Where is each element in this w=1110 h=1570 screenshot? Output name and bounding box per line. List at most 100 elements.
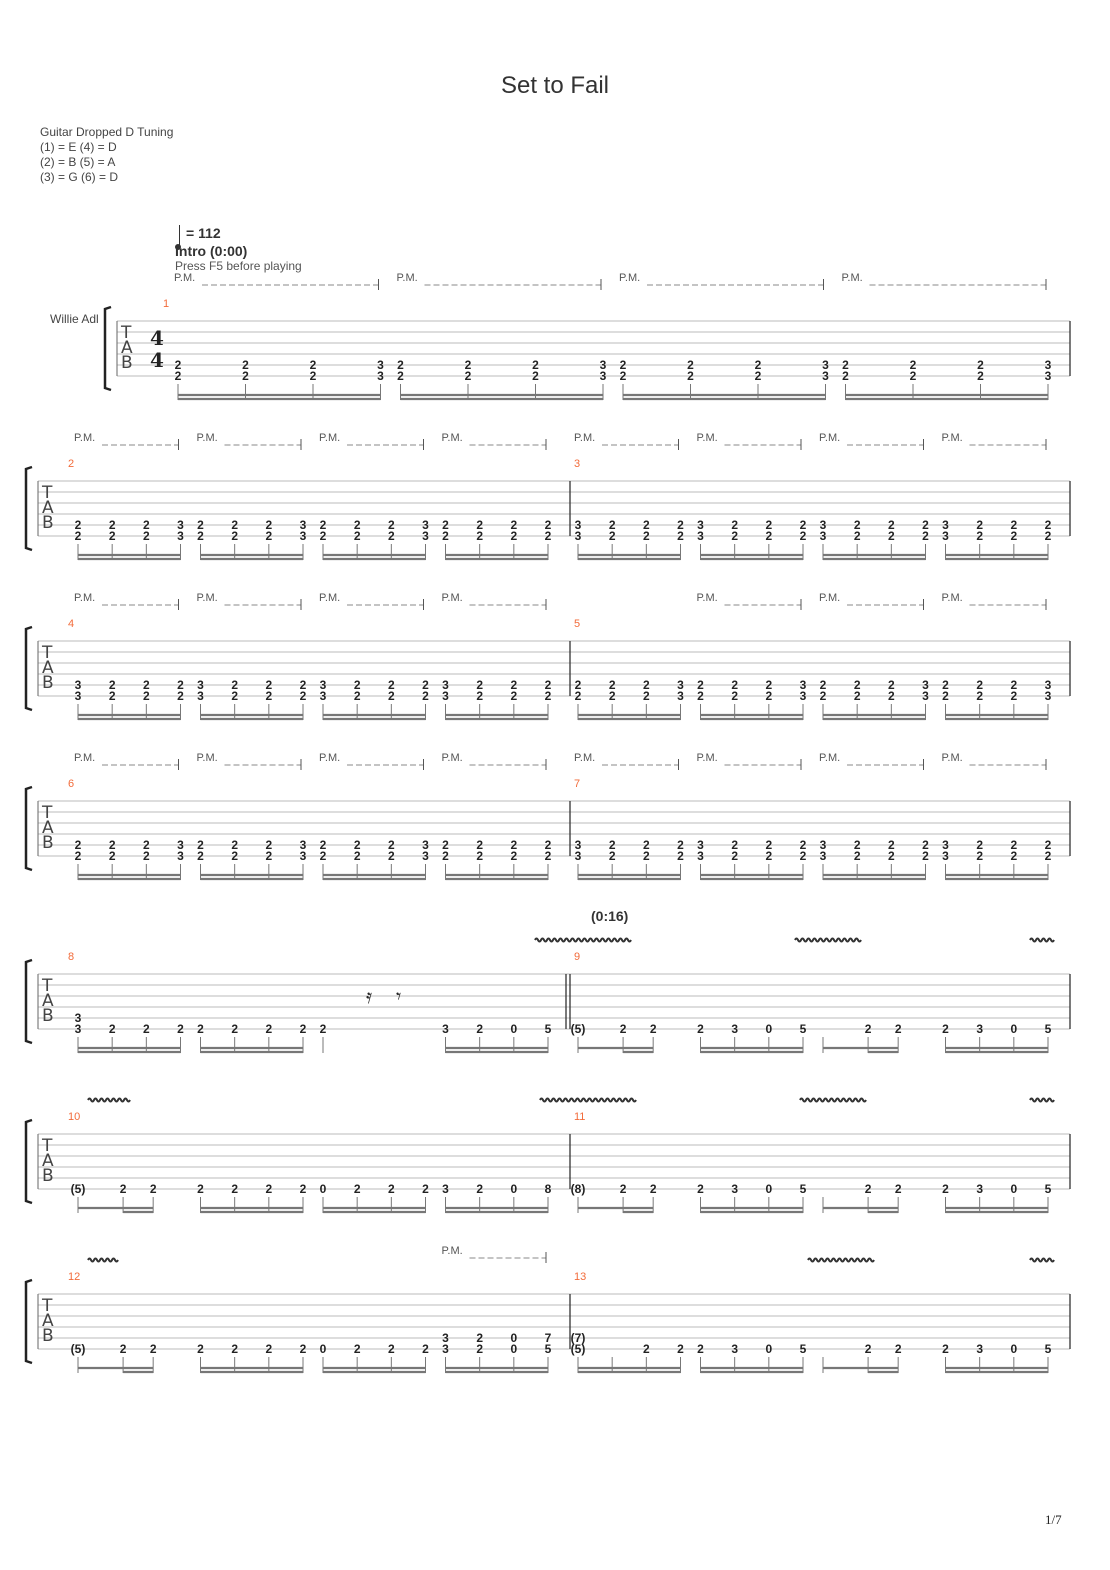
fret-number: 3: [731, 1342, 738, 1356]
fret-number: 0: [320, 1342, 327, 1356]
fret-number: 3: [320, 689, 327, 703]
palm-mute-label: P.M.: [74, 592, 95, 604]
palm-mute-label: P.M.: [74, 752, 95, 764]
fret-number: 2: [109, 1022, 116, 1036]
palm-mute-label: P.M.: [442, 1245, 463, 1257]
fret-number: 2: [310, 369, 317, 383]
fret-number: (5): [571, 1022, 586, 1036]
fret-number: 2: [320, 1022, 327, 1036]
fret-number: 5: [800, 1182, 807, 1196]
vibrato-icon: [799, 1097, 867, 1103]
tab-clef-letter: B: [121, 353, 133, 373]
palm-mute-label: P.M.: [442, 752, 463, 764]
fret-number: 2: [354, 529, 361, 543]
fret-number: 0: [510, 1022, 517, 1036]
palm-mute-label: P.M.: [942, 432, 963, 444]
fret-number: 0: [765, 1182, 772, 1196]
fret-number: 2: [231, 849, 238, 863]
fret-number: 2: [109, 689, 116, 703]
fret-number: 2: [300, 689, 307, 703]
fret-number: 2: [922, 849, 929, 863]
fret-number: 2: [442, 849, 449, 863]
system-bracket: [24, 465, 33, 552]
fret-number: 5: [545, 1342, 552, 1356]
fret-number: 5: [1045, 1342, 1052, 1356]
fret-number: 5: [1045, 1022, 1052, 1036]
fret-number: 3: [377, 369, 384, 383]
fret-number: 2: [143, 529, 150, 543]
tab-clef-letter: B: [42, 513, 54, 533]
fret-number: 3: [75, 689, 82, 703]
fret-number: 2: [731, 529, 738, 543]
fret-number: 0: [1010, 1342, 1017, 1356]
palm-mute-label: P.M.: [574, 432, 595, 444]
fret-number: 2: [109, 849, 116, 863]
measure-number: 8: [68, 951, 74, 963]
fret-number: 2: [895, 1342, 902, 1356]
fret-number: 2: [888, 849, 895, 863]
vibrato-icon: [539, 1097, 637, 1103]
palm-mute-label: P.M.: [619, 272, 640, 284]
measure-number: 9: [574, 951, 580, 963]
fret-number: 3: [177, 529, 184, 543]
fret-number: 0: [1010, 1182, 1017, 1196]
fret-number: 2: [643, 849, 650, 863]
fret-number: 2: [300, 1342, 307, 1356]
fret-number: 3: [731, 1022, 738, 1036]
fret-number: 3: [442, 689, 449, 703]
fret-number: 2: [177, 689, 184, 703]
fret-number: 5: [800, 1342, 807, 1356]
fret-number: 2: [650, 1182, 657, 1196]
fret-number: 2: [265, 849, 272, 863]
vibrato-icon: [1029, 937, 1055, 943]
fret-number: 3: [422, 849, 429, 863]
fret-number: 2: [942, 1342, 949, 1356]
fret-number: 2: [143, 689, 150, 703]
fret-number: 2: [143, 849, 150, 863]
fret-number: 2: [1010, 689, 1017, 703]
vibrato-icon: [87, 1097, 131, 1103]
fret-number: 3: [442, 1022, 449, 1036]
fret-number: 2: [976, 849, 983, 863]
fret-number: 3: [942, 849, 949, 863]
fret-number: 2: [143, 1022, 150, 1036]
fret-number: 3: [422, 529, 429, 543]
fret-number: 2: [865, 1342, 872, 1356]
fret-number: 2: [476, 1342, 483, 1356]
tab-clef-letter: B: [42, 833, 54, 853]
fret-number: 2: [854, 689, 861, 703]
palm-mute-label: P.M.: [697, 432, 718, 444]
fret-number: 2: [942, 689, 949, 703]
fret-number: 2: [150, 1182, 157, 1196]
fret-number: 2: [320, 849, 327, 863]
fret-number: 2: [620, 1182, 627, 1196]
fret-number: 2: [231, 1182, 238, 1196]
fret-number: 2: [476, 529, 483, 543]
measure-number: 6: [68, 778, 74, 790]
palm-mute-label: P.M.: [819, 592, 840, 604]
system-bracket: [24, 785, 33, 872]
fret-number: 2: [1010, 849, 1017, 863]
fret-number: 2: [765, 689, 772, 703]
fret-number: 2: [888, 689, 895, 703]
fret-number: 2: [265, 1022, 272, 1036]
fret-number: 3: [1045, 689, 1052, 703]
system-bracket: [24, 625, 33, 712]
fret-number: 2: [265, 1342, 272, 1356]
fret-number: 2: [976, 689, 983, 703]
fret-number: 3: [575, 529, 582, 543]
measure-number: 10: [68, 1111, 80, 1123]
fret-number: 2: [1045, 529, 1052, 543]
eighth-rest-icon: 𝄾: [396, 986, 401, 1008]
measure-number: 4: [68, 618, 74, 630]
fret-number: 2: [150, 1342, 157, 1356]
fret-number: 2: [75, 529, 82, 543]
fret-number: 2: [476, 1022, 483, 1036]
fret-number: 3: [442, 1182, 449, 1196]
fret-number: 2: [800, 529, 807, 543]
fret-number: 2: [354, 689, 361, 703]
fret-number: 2: [643, 529, 650, 543]
fret-number: 2: [609, 849, 616, 863]
palm-mute-label: P.M.: [319, 432, 340, 444]
tab-clef-letter: B: [42, 673, 54, 693]
